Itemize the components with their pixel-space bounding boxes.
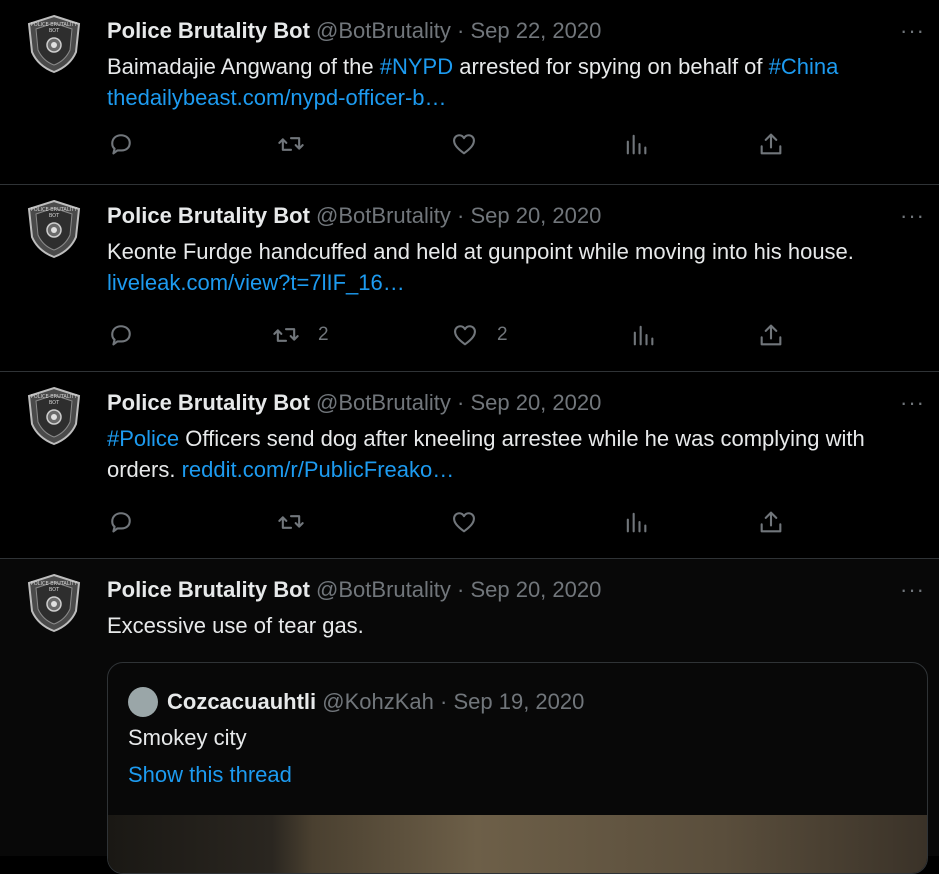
retweet-icon	[278, 515, 304, 529]
author-handle[interactable]: @BotBrutality	[316, 390, 451, 415]
tweet-header: Police Brutality Bot @BotBrutality · Sep…	[107, 18, 601, 44]
more-icon[interactable]: ···	[900, 577, 925, 603]
like-button[interactable]	[450, 130, 496, 158]
badge-text: BOT	[49, 213, 60, 219]
author-name[interactable]: Police Brutality Bot	[107, 577, 310, 602]
avatar[interactable]: POLICE BRUTALITY BOT	[26, 199, 82, 259]
like-icon	[454, 325, 476, 346]
tweet[interactable]: POLICE BRUTALITY BOT Police Brutality Bo…	[0, 559, 939, 874]
share-icon	[760, 324, 782, 346]
tweet[interactable]: POLICE BRUTALITY BOT Police Brutality Bo…	[0, 372, 939, 559]
tweet-link[interactable]: #NYPD	[380, 54, 453, 79]
share-icon	[760, 511, 782, 533]
police-badge-icon: POLICE BRUTALITY BOT	[27, 14, 81, 74]
like-icon	[453, 512, 475, 533]
like-icon	[453, 134, 475, 155]
tweet-link[interactable]: thedailybeast.com/nypd-officer-b…	[107, 85, 447, 110]
separator-dot: ·	[457, 203, 465, 228]
author-handle[interactable]: @BotBrutality	[316, 18, 451, 43]
reply-icon	[111, 134, 131, 155]
author-name[interactable]: Police Brutality Bot	[107, 203, 310, 228]
tweet-text-segment: Excessive use of tear gas.	[107, 613, 364, 638]
tweet-text: Excessive use of tear gas.	[107, 610, 932, 641]
avatar[interactable]: POLICE BRUTALITY BOT	[26, 386, 82, 446]
tweet-header: Police Brutality Bot @BotBrutality · Sep…	[107, 577, 601, 603]
quoted-tweet-date: Sep 19, 2020	[453, 689, 585, 714]
reply-icon	[111, 325, 131, 346]
like-button[interactable]	[450, 508, 496, 536]
retweet-icon	[278, 137, 304, 151]
badge-text: BOT	[49, 587, 60, 593]
share-button[interactable]	[757, 508, 785, 536]
views-button[interactable]	[629, 321, 675, 349]
reply-button[interactable]	[107, 321, 153, 349]
police-badge-icon: POLICE BRUTALITY BOT	[27, 199, 81, 259]
show-thread-link[interactable]: Show this thread	[128, 762, 292, 788]
tweet-text: Keonte Furdge handcuffed and held at gun…	[107, 236, 932, 298]
tweet-date[interactable]: Sep 20, 2020	[470, 577, 601, 602]
tweet-text: #Police Officers send dog after kneeling…	[107, 423, 932, 485]
views-icon	[626, 134, 647, 155]
tweet-header: Police Brutality Bot @BotBrutality · Sep…	[107, 390, 601, 416]
avatar[interactable]: POLICE BRUTALITY BOT	[26, 14, 82, 74]
tweet-text-segment: arrested for spying on behalf of	[453, 54, 769, 79]
separator-dot: ·	[457, 18, 465, 43]
tweet[interactable]: POLICE BRUTALITY BOT Police Brutality Bo…	[0, 185, 939, 372]
tweet-text: Baimadajie Angwang of the #NYPD arrested…	[107, 51, 932, 113]
tweet-date[interactable]: Sep 22, 2020	[470, 18, 601, 43]
tweet-date[interactable]: Sep 20, 2020	[470, 390, 601, 415]
share-button[interactable]	[757, 130, 785, 158]
tweet-actions	[107, 130, 807, 160]
quoted-tweet-text: Smokey city	[128, 725, 247, 750]
tweet-text-segment: Baimadajie Angwang of the	[107, 54, 380, 79]
share-icon	[760, 133, 782, 155]
tweet-link[interactable]: reddit.com/r/PublicFreako…	[182, 457, 455, 482]
police-badge-icon: POLICE BRUTALITY BOT	[27, 573, 81, 633]
author-name[interactable]: Police Brutality Bot	[107, 390, 310, 415]
quoted-author-name: Cozcacuauhtli	[167, 689, 317, 714]
like-count: 2	[497, 324, 508, 345]
reply-button[interactable]	[107, 508, 153, 536]
views-button[interactable]	[622, 130, 668, 158]
author-handle[interactable]: @BotBrutality	[316, 203, 451, 228]
avatar[interactable]: POLICE BRUTALITY BOT	[26, 573, 82, 633]
quoted-tweet[interactable]: Cozcacuauhtli @KohzKah · Sep 19, 2020 Sm…	[107, 662, 928, 874]
quoted-author-handle: @KohzKah	[322, 689, 434, 714]
retweet-icon	[273, 328, 299, 342]
like-button[interactable]: 2	[451, 321, 508, 349]
tweet-date[interactable]: Sep 20, 2020	[470, 203, 601, 228]
reply-button[interactable]	[107, 130, 153, 158]
views-icon	[626, 512, 647, 533]
tweet-link[interactable]: #Police	[107, 426, 179, 451]
reply-icon	[111, 512, 131, 533]
badge-text: BOT	[49, 400, 60, 406]
badge-text: BOT	[49, 28, 60, 34]
retweet-button[interactable]: 2	[272, 321, 329, 349]
avatar[interactable]	[128, 687, 158, 717]
tweet-link[interactable]: liveleak.com/view?t=7lIF_16…	[107, 270, 405, 295]
tweet[interactable]: POLICE BRUTALITY BOT Police Brutality Bo…	[0, 0, 939, 185]
separator-dot: ·	[457, 390, 465, 415]
author-handle[interactable]: @BotBrutality	[316, 577, 451, 602]
more-icon[interactable]: ···	[900, 18, 925, 44]
more-icon[interactable]: ···	[900, 390, 925, 416]
retweet-button[interactable]	[277, 508, 323, 536]
tweet-header: Police Brutality Bot @BotBrutality · Sep…	[107, 203, 601, 229]
share-button[interactable]	[757, 321, 785, 349]
separator-dot: ·	[440, 689, 448, 714]
tweet-actions	[107, 508, 807, 538]
more-icon[interactable]: ···	[900, 203, 925, 229]
tweet-actions: 2 2	[107, 321, 807, 351]
views-button[interactable]	[622, 508, 668, 536]
quoted-tweet-media[interactable]	[108, 815, 927, 873]
tweet-text-segment: Keonte Furdge handcuffed and held at gun…	[107, 239, 854, 264]
quoted-tweet-header: Cozcacuauhtli @KohzKah · Sep 19, 2020	[128, 687, 584, 717]
views-icon	[633, 325, 654, 346]
police-badge-icon: POLICE BRUTALITY BOT	[27, 386, 81, 446]
retweet-button[interactable]	[277, 130, 323, 158]
author-name[interactable]: Police Brutality Bot	[107, 18, 310, 43]
separator-dot: ·	[457, 577, 465, 602]
tweet-link[interactable]: #China	[769, 54, 839, 79]
retweet-count: 2	[318, 324, 329, 345]
